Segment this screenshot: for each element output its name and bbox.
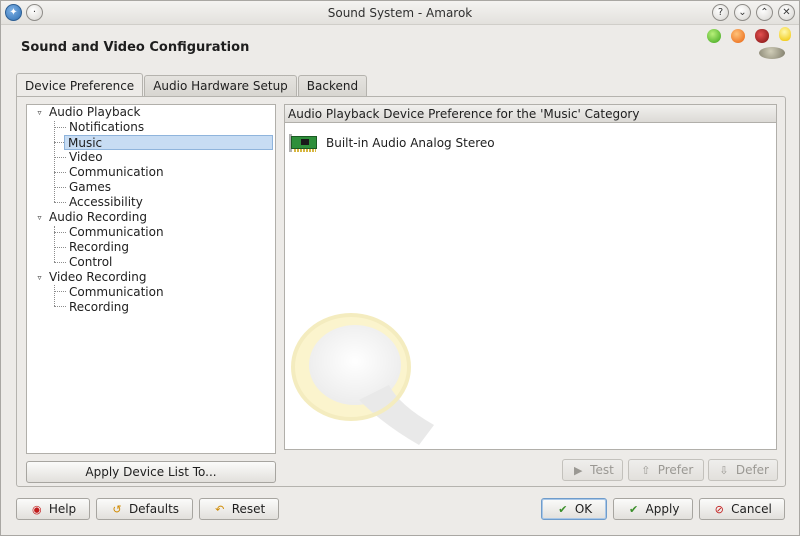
tree-item-music[interactable]: Music <box>27 135 275 150</box>
check-icon: ✔ <box>558 502 568 516</box>
device-list[interactable]: Audio Playback Device Preference for the… <box>284 104 777 450</box>
maximize-icon[interactable]: ⌃ <box>756 4 773 21</box>
cancel-button[interactable]: ⊘ Cancel <box>699 498 785 520</box>
expander-icon[interactable]: ▿ <box>35 273 44 282</box>
expander-icon[interactable]: ▿ <box>35 213 44 222</box>
sound-card-icon <box>289 134 319 152</box>
help-titlebar-icon[interactable]: ? <box>712 4 729 21</box>
up-arrow-icon: ⇧ <box>641 463 651 477</box>
undo-icon: ↶ <box>215 502 225 516</box>
prefer-button[interactable]: ⇧ Prefer <box>628 459 704 481</box>
tab-bar: Device Preference Audio Hardware Setup B… <box>16 73 368 97</box>
ok-button[interactable]: ✔ OK <box>541 498 607 520</box>
header-decoration <box>707 27 797 65</box>
device-list-header: Audio Playback Device Preference for the… <box>285 105 776 123</box>
expander-icon[interactable]: ▿ <box>35 108 44 117</box>
page-title: Sound and Video Configuration <box>21 40 250 55</box>
smiley-orange-icon <box>731 29 745 43</box>
down-arrow-icon: ⇩ <box>719 463 729 477</box>
speaker-watermark-icon <box>291 313 434 445</box>
bug-icon <box>755 29 769 43</box>
cancel-icon: ⊘ <box>714 502 724 516</box>
apply-device-list-button[interactable]: Apply Device List To... <box>26 461 276 483</box>
window-title: Sound System - Amarok <box>327 6 473 20</box>
reset-button[interactable]: ↶ Reset <box>199 498 279 520</box>
close-icon[interactable]: ✕ <box>778 4 795 21</box>
check-icon: ✔ <box>628 502 639 516</box>
play-circle-icon: ▶ <box>573 463 583 477</box>
minimize-icon[interactable]: ⌄ <box>734 4 751 21</box>
rock-icon <box>759 47 785 59</box>
device-item[interactable]: Built-in Audio Analog Stereo <box>289 133 495 153</box>
apply-button[interactable]: ✔ Apply <box>613 498 693 520</box>
help-icon: ◉ <box>32 502 42 516</box>
device-preference-panel: ▿ Audio Playback Notifications Music Vid… <box>16 96 786 487</box>
category-tree[interactable]: ▿ Audio Playback Notifications Music Vid… <box>26 104 276 454</box>
defer-button[interactable]: ⇩ Defer <box>708 459 778 481</box>
dialog-window: ✦ · Sound System - Amarok ? ⌄ ⌃ ✕ Sound … <box>0 0 800 536</box>
tab-backend[interactable]: Backend <box>297 75 368 97</box>
help-button[interactable]: ◉ Help <box>16 498 90 520</box>
tab-audio-hardware-setup[interactable]: Audio Hardware Setup <box>144 75 297 97</box>
titlebar: ✦ · Sound System - Amarok ? ⌄ ⌃ ✕ <box>1 1 799 25</box>
test-button[interactable]: ▶ Test <box>562 459 623 481</box>
device-label: Built-in Audio Analog Stereo <box>326 136 495 150</box>
lightbulb-icon <box>779 27 791 41</box>
tab-device-preference[interactable]: Device Preference <box>16 73 144 97</box>
smiley-green-icon <box>707 29 721 43</box>
defaults-button[interactable]: ↺ Defaults <box>96 498 193 520</box>
restore-icon: ↺ <box>112 502 122 516</box>
